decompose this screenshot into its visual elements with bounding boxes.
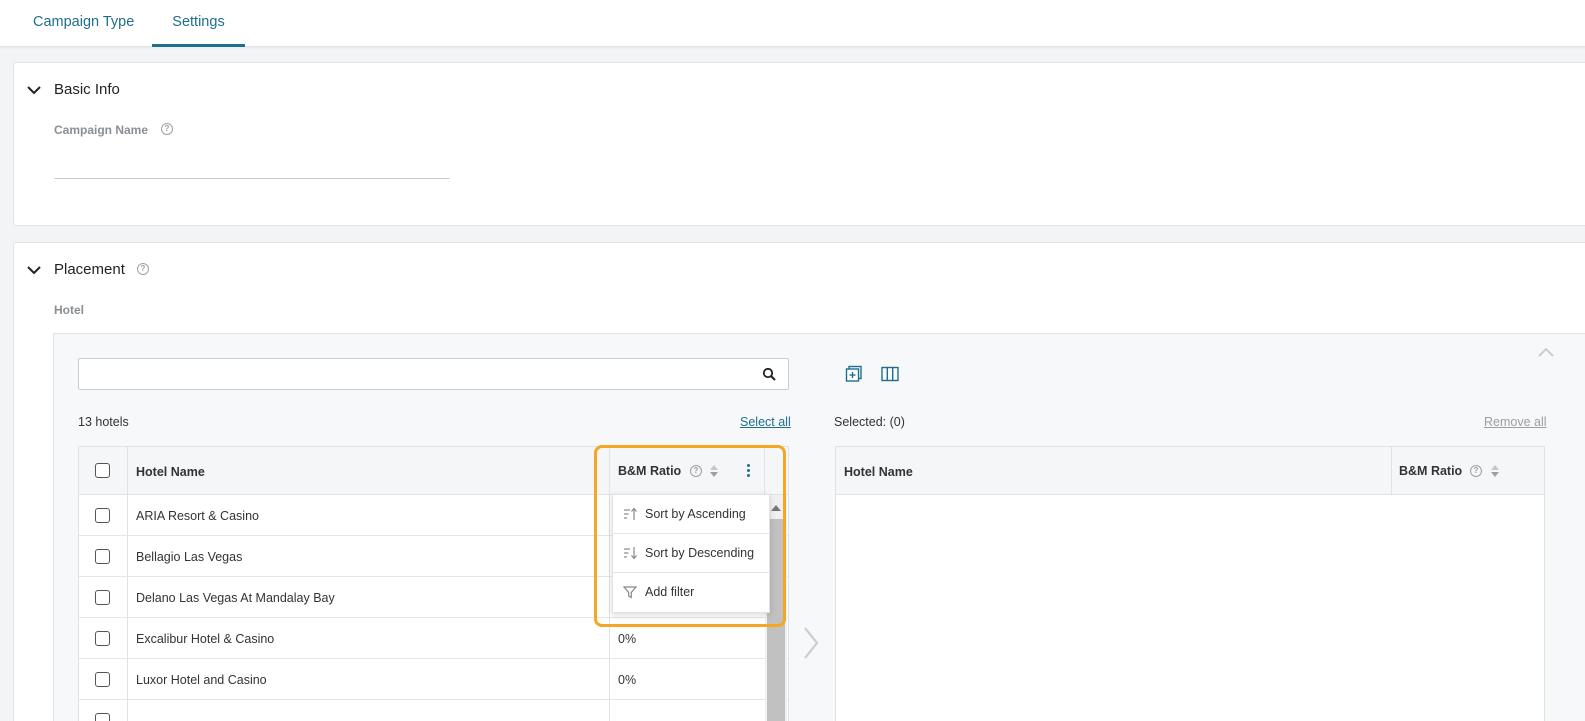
- hotel-name-cell: Bellagio Las Vegas: [136, 550, 243, 564]
- chevron-down-icon[interactable]: [26, 82, 42, 98]
- row-checkbox[interactable]: [95, 672, 110, 687]
- select-all-link[interactable]: Select all: [740, 415, 791, 429]
- column-header-hotel-name[interactable]: Hotel Name: [844, 465, 913, 479]
- column-menu-dropdown: Sort by Ascending Sort by Descending Add…: [612, 494, 770, 613]
- chevron-up-icon[interactable]: [1537, 346, 1555, 358]
- campaign-name-label: Campaign Name: [54, 123, 149, 137]
- menu-item-label: Add filter: [645, 585, 695, 599]
- column-header-bm-ratio[interactable]: B&M Ratio: [618, 464, 681, 478]
- menu-item-add-filter[interactable]: Add filter: [613, 573, 769, 612]
- tabs-bar: Campaign Type Settings: [0, 0, 1585, 47]
- column-menu-icon[interactable]: [747, 464, 751, 478]
- help-icon[interactable]: ?: [137, 263, 149, 275]
- columns-icon[interactable]: [881, 365, 899, 383]
- help-icon[interactable]: ?: [161, 123, 173, 135]
- remove-all-link[interactable]: Remove all: [1484, 415, 1547, 429]
- selected-hotels-table: Hotel Name B&M Ratio ?: [835, 446, 1545, 721]
- sort-icon[interactable]: [1490, 464, 1500, 478]
- select-all-checkbox[interactable]: [95, 463, 110, 478]
- campaign-name-input[interactable]: [54, 155, 450, 179]
- column-header-hotel-name[interactable]: Hotel Name: [136, 465, 205, 479]
- add-box-icon[interactable]: [845, 365, 863, 383]
- ratio-cell: 0%: [618, 632, 637, 646]
- ratio-cell: 0%: [618, 673, 637, 687]
- hotel-name-cell: ARIA Resort & Casino: [136, 509, 259, 523]
- chevron-down-icon[interactable]: [26, 262, 42, 278]
- sort-icon[interactable]: [709, 464, 719, 478]
- hotel-label: Hotel: [54, 303, 84, 317]
- column-header-bm-ratio[interactable]: B&M Ratio: [1399, 464, 1462, 478]
- search-input[interactable]: [87, 359, 747, 389]
- sort-descending-icon: [624, 547, 637, 560]
- table-row[interactable]: Excalibur Hotel & Casino 0%: [79, 618, 788, 659]
- basic-info-title: Basic Info: [54, 81, 120, 98]
- placement-title: Placement: [54, 261, 125, 278]
- search-box: [78, 358, 789, 390]
- tab-settings[interactable]: Settings: [152, 0, 245, 47]
- hotel-name-cell: Luxor Hotel and Casino: [136, 673, 267, 687]
- menu-item-label: Sort by Descending: [645, 546, 755, 560]
- row-checkbox[interactable]: [95, 590, 110, 605]
- hotel-count: 13 hotels: [78, 415, 129, 429]
- table-header: Hotel Name B&M Ratio ?: [836, 447, 1544, 495]
- row-checkbox[interactable]: [95, 549, 110, 564]
- hotel-name-cell: Delano Las Vegas At Mandalay Bay: [136, 591, 335, 605]
- row-checkbox[interactable]: [95, 713, 110, 721]
- row-checkbox[interactable]: [95, 508, 110, 523]
- help-icon[interactable]: ?: [1470, 465, 1482, 477]
- help-icon[interactable]: ?: [690, 465, 702, 477]
- table-header: Hotel Name B&M Ratio ?: [79, 447, 788, 495]
- chevron-right-icon[interactable]: [802, 626, 820, 660]
- tab-campaign-type[interactable]: Campaign Type: [33, 0, 134, 47]
- menu-item-sort-ascending[interactable]: Sort by Ascending: [613, 495, 769, 534]
- basic-info-card: Basic Info Campaign Name ?: [13, 62, 1585, 226]
- selected-count: Selected: (0): [834, 415, 905, 429]
- row-checkbox[interactable]: [95, 631, 110, 646]
- sort-ascending-icon: [624, 507, 637, 520]
- menu-item-label: Sort by Ascending: [645, 507, 746, 521]
- table-row[interactable]: Luxor Hotel and Casino 0%: [79, 659, 788, 700]
- hotel-name-cell: Excalibur Hotel & Casino: [136, 632, 275, 646]
- table-row[interactable]: [79, 700, 788, 721]
- filter-icon: [623, 586, 637, 599]
- menu-item-sort-descending[interactable]: Sort by Descending: [613, 534, 769, 573]
- search-icon[interactable]: [762, 367, 776, 381]
- scroll-up-icon[interactable]: [770, 503, 782, 513]
